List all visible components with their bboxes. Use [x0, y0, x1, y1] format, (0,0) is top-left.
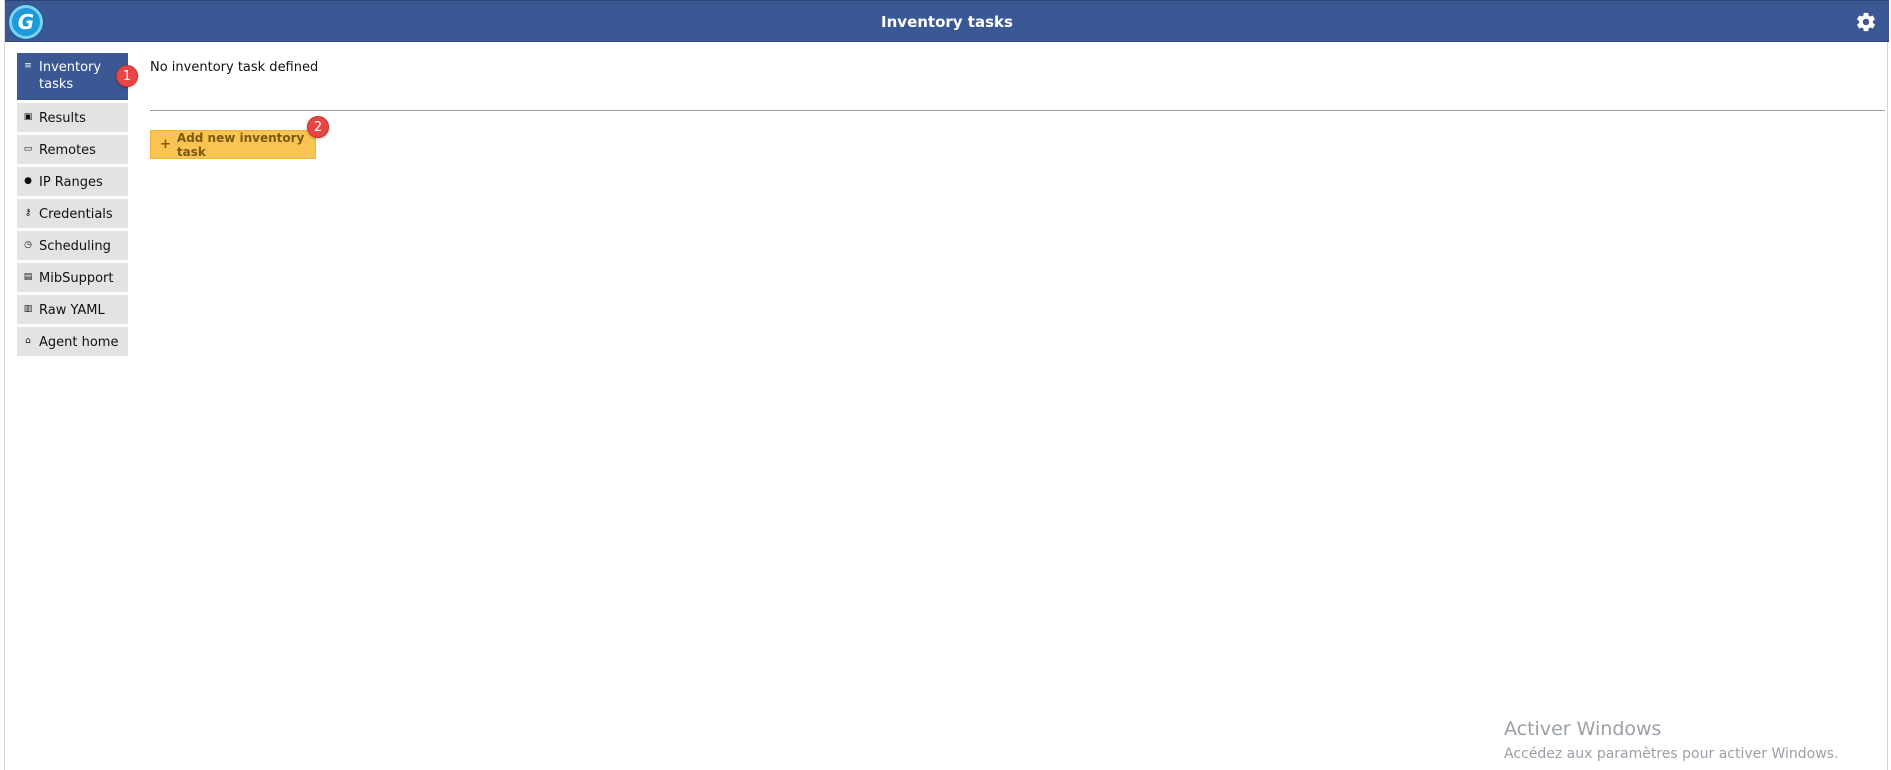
clock-icon: ◷ [24, 240, 32, 250]
sidebar-item-label: Scheduling [39, 239, 111, 254]
sidebar-item-remotes[interactable]: ▭ Remotes [17, 135, 128, 164]
annotation-badge-2: 2 [307, 116, 329, 138]
results-icon: ▣ [23, 112, 33, 122]
tasks-icon: ≡ [24, 61, 32, 71]
page-title: Inventory tasks [881, 13, 1013, 31]
network-icon: ● [24, 176, 32, 186]
sidebar-nav: ≡ Inventory tasks ▣ Results ▭ Remotes ● … [17, 53, 128, 359]
watermark-title: Activer Windows [1504, 718, 1662, 740]
annotation-badge-1: 1 [116, 65, 138, 87]
home-icon: ⌂ [25, 336, 31, 346]
sidebar-item-label: Remotes [39, 143, 96, 158]
windows-activation-watermark: Activer Windows Accédez aux paramètres p… [1504, 717, 1838, 765]
clipboard-icon: ▥ [23, 304, 33, 314]
sidebar-item-results[interactable]: ▣ Results [17, 103, 128, 132]
sidebar-item-label: IP Ranges [39, 175, 103, 190]
sidebar-item-credentials[interactable]: ⚷ Credentials [17, 199, 128, 228]
app-frame: G Inventory tasks ≡ Inventory tasks ▣ Re… [4, 0, 1889, 770]
gear-icon[interactable] [1855, 11, 1877, 33]
sidebar-item-label: Raw YAML [39, 303, 105, 318]
key-icon: ⚷ [24, 208, 32, 218]
sidebar-item-label: MibSupport [39, 271, 114, 286]
sidebar-item-label: Agent home [39, 335, 119, 350]
sidebar-item-agent-home[interactable]: ⌂ Agent home [17, 327, 128, 356]
plus-icon: + [160, 137, 171, 152]
sidebar-item-mibsupport[interactable]: ▤ MibSupport [17, 263, 128, 292]
top-bar: G Inventory tasks [5, 0, 1889, 42]
watermark-subtitle: Accédez aux paramètres pour activer Wind… [1504, 746, 1839, 762]
sidebar-item-scheduling[interactable]: ◷ Scheduling [17, 231, 128, 260]
empty-state-message: No inventory task defined [150, 60, 319, 75]
sidebar-item-label: Results [39, 111, 86, 126]
sidebar-item-label: Inventory tasks [39, 60, 102, 92]
add-button-label: Add new inventory task [176, 130, 305, 159]
sidebar-item-raw-yaml[interactable]: ▥ Raw YAML [17, 295, 128, 324]
add-inventory-task-button[interactable]: + Add new inventory task [150, 130, 316, 159]
sidebar-item-inventory-tasks[interactable]: ≡ Inventory tasks [17, 53, 128, 100]
content-divider [150, 110, 1885, 111]
sidebar-item-ip-ranges[interactable]: ● IP Ranges [17, 167, 128, 196]
mib-icon: ▤ [23, 272, 33, 282]
remotes-icon: ▭ [23, 144, 33, 154]
sidebar-item-label: Credentials [39, 207, 113, 222]
